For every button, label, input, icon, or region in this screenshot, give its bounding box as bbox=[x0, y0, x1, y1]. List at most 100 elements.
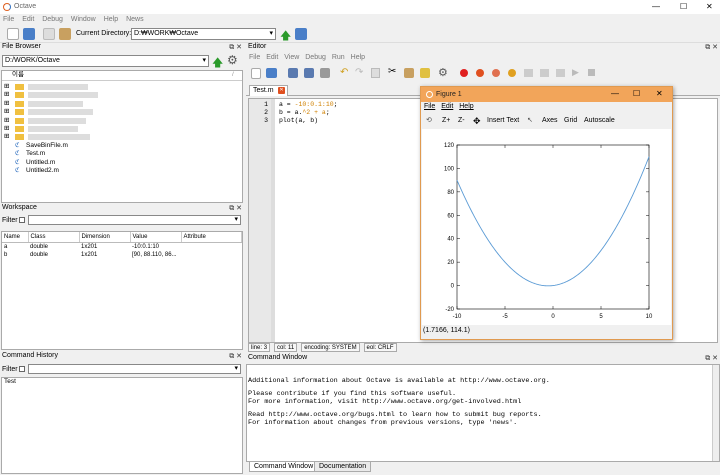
panel-controls-icon[interactable]: ⧉ ✕ bbox=[705, 43, 718, 52]
folder-row[interactable]: ⊞ bbox=[2, 83, 242, 91]
new-file-icon[interactable] bbox=[251, 68, 261, 79]
gear-icon[interactable]: ⚙ bbox=[227, 53, 238, 67]
previous-breakpoint-icon[interactable] bbox=[492, 69, 500, 77]
y-tick-label: -20 bbox=[445, 307, 454, 313]
continue-icon[interactable]: ▶ bbox=[572, 67, 579, 78]
cut-icon[interactable]: ✂ bbox=[388, 66, 396, 77]
copy-icon[interactable] bbox=[371, 68, 380, 78]
menu-debug[interactable]: Debug bbox=[42, 16, 63, 23]
step-icon[interactable] bbox=[524, 69, 533, 77]
menu-edit[interactable]: Edit bbox=[22, 16, 34, 23]
editor-menu-debug[interactable]: Debug bbox=[305, 54, 326, 61]
save-as-icon[interactable] bbox=[304, 68, 314, 78]
command-output[interactable]: Additional information about Octave is a… bbox=[246, 364, 720, 462]
table-row[interactable]: a double 1x201 -10:0.1:10 bbox=[2, 242, 242, 251]
menu-help[interactable]: Help bbox=[104, 16, 118, 23]
workspace-filter-checkbox[interactable] bbox=[19, 217, 25, 223]
chevron-down-icon[interactable]: ▾ bbox=[234, 216, 238, 224]
editor-menu-view[interactable]: View bbox=[284, 54, 299, 61]
editor-menu-help[interactable]: Help bbox=[351, 54, 365, 61]
editor-menu-edit[interactable]: Edit bbox=[266, 54, 278, 61]
figure-menu-edit[interactable]: Edit bbox=[441, 103, 453, 110]
panel-controls-icon[interactable]: ⧉ ✕ bbox=[229, 352, 242, 361]
figure-menu-file[interactable]: File bbox=[424, 103, 435, 110]
close-button[interactable]: ✕ bbox=[706, 2, 713, 11]
file-browser-title: File Browser ⧉ ✕ bbox=[0, 43, 244, 53]
close-tab-icon[interactable]: ✕ bbox=[278, 87, 285, 94]
title-bar: Octave — ☐ ✕ bbox=[0, 0, 720, 14]
menu-news[interactable]: News bbox=[126, 16, 144, 23]
folder-row[interactable]: ⊞ bbox=[2, 125, 242, 133]
figure-maximize-button[interactable]: ☐ bbox=[633, 89, 640, 98]
insert-text-button[interactable]: Insert Text bbox=[487, 114, 519, 128]
menu-file[interactable]: File bbox=[3, 16, 14, 23]
undo-icon[interactable]: ↶ bbox=[340, 67, 348, 78]
panel-controls-icon[interactable]: ⧉ ✕ bbox=[229, 204, 242, 213]
new-file-icon[interactable] bbox=[7, 28, 19, 40]
minimize-button[interactable]: — bbox=[652, 2, 660, 11]
folder-row[interactable]: ⊞ bbox=[2, 108, 242, 116]
axes-button[interactable]: Axes bbox=[542, 114, 558, 128]
list-item[interactable]: Test bbox=[2, 378, 242, 386]
panel-controls-icon[interactable]: ⧉ ✕ bbox=[705, 354, 718, 363]
history-filter-input[interactable]: ▾ bbox=[28, 364, 241, 374]
chevron-down-icon[interactable]: ▾ bbox=[234, 365, 238, 373]
grid-button[interactable]: Grid bbox=[564, 114, 577, 128]
pan-icon[interactable]: ✥ bbox=[473, 114, 481, 128]
editor-menu-file[interactable]: File bbox=[249, 54, 260, 61]
paste-icon[interactable] bbox=[59, 28, 71, 40]
quit-debug-icon[interactable] bbox=[588, 69, 595, 76]
history-filter-checkbox[interactable] bbox=[19, 366, 25, 372]
zoom-out-button[interactable]: Z- bbox=[458, 114, 465, 128]
list-item[interactable]: ℭ Untitled2.m bbox=[2, 167, 242, 175]
workspace-filter-label: Filter bbox=[2, 217, 18, 224]
figure-window: Figure 1 — ☐ ✕ File Edit Help ⟲ Z+ Z- ✥ … bbox=[420, 86, 673, 340]
plot-axes-box bbox=[456, 144, 650, 310]
tab-test-m[interactable]: Test.m ✕ bbox=[249, 85, 288, 96]
chevron-down-icon[interactable]: ▾ bbox=[202, 56, 206, 66]
folder-row[interactable]: ⊞ bbox=[2, 91, 242, 99]
editor-menu-run[interactable]: Run bbox=[332, 54, 345, 61]
list-item[interactable]: ℭ Test.m bbox=[2, 150, 242, 158]
save-icon[interactable] bbox=[288, 68, 298, 78]
list-item[interactable]: ℭ SaveBinFile.m bbox=[2, 142, 242, 150]
gear-icon[interactable]: ⚙ bbox=[438, 66, 448, 79]
list-item[interactable]: ℭ Untitled.m bbox=[2, 159, 242, 167]
find-icon[interactable] bbox=[420, 68, 430, 78]
select-arrow-icon[interactable]: ↖ bbox=[527, 114, 533, 128]
print-icon[interactable] bbox=[320, 68, 330, 78]
maximize-button[interactable]: ☐ bbox=[680, 2, 687, 11]
panel-controls-icon[interactable]: ⧉ ✕ bbox=[229, 43, 242, 52]
autoscale-button[interactable]: Autoscale bbox=[584, 114, 615, 128]
tab-command-window[interactable]: Command Window bbox=[249, 462, 319, 472]
step-in-icon[interactable] bbox=[540, 69, 549, 77]
paste-icon[interactable] bbox=[404, 68, 414, 78]
folder-row[interactable]: ⊞ bbox=[2, 133, 242, 141]
copy-icon[interactable] bbox=[43, 28, 55, 40]
scrollbar[interactable] bbox=[712, 365, 719, 461]
next-breakpoint-icon[interactable] bbox=[476, 69, 484, 77]
breakpoint-icon[interactable] bbox=[460, 69, 468, 77]
redo-icon[interactable]: ↷ bbox=[355, 67, 363, 78]
tab-documentation[interactable]: Documentation bbox=[314, 462, 372, 472]
step-out-icon[interactable] bbox=[556, 69, 565, 77]
rotate-icon[interactable]: ⟲ bbox=[426, 114, 432, 128]
file-browser-path-input[interactable]: D:/WORK/Octave ▾ bbox=[2, 55, 209, 67]
chevron-down-icon[interactable]: ▾ bbox=[269, 29, 273, 39]
zoom-in-button[interactable]: Z+ bbox=[442, 114, 450, 128]
figure-menu-help[interactable]: Help bbox=[459, 103, 473, 110]
menu-window[interactable]: Window bbox=[71, 16, 96, 23]
remove-breakpoints-icon[interactable] bbox=[508, 69, 516, 77]
open-folder-icon[interactable] bbox=[23, 28, 35, 40]
current-dir-input[interactable]: D:₩WORK₩Octave ▾ bbox=[131, 28, 276, 40]
plot-canvas[interactable]: -10 -5 0 5 10 -20 0 20 40 60 80 100 120 bbox=[422, 129, 671, 325]
y-tick-label: 120 bbox=[444, 143, 455, 149]
folder-row[interactable]: ⊞ bbox=[2, 100, 242, 108]
browse-folder-icon[interactable] bbox=[295, 28, 307, 40]
figure-minimize-button[interactable]: — bbox=[611, 89, 619, 98]
table-row[interactable]: b double 1x201 [90, 88.110, 86... bbox=[2, 251, 242, 259]
open-folder-icon[interactable] bbox=[266, 68, 277, 78]
figure-close-button[interactable]: ✕ bbox=[656, 89, 663, 98]
workspace-filter-input[interactable]: ▾ bbox=[28, 215, 241, 225]
folder-row[interactable]: ⊞ bbox=[2, 117, 242, 125]
